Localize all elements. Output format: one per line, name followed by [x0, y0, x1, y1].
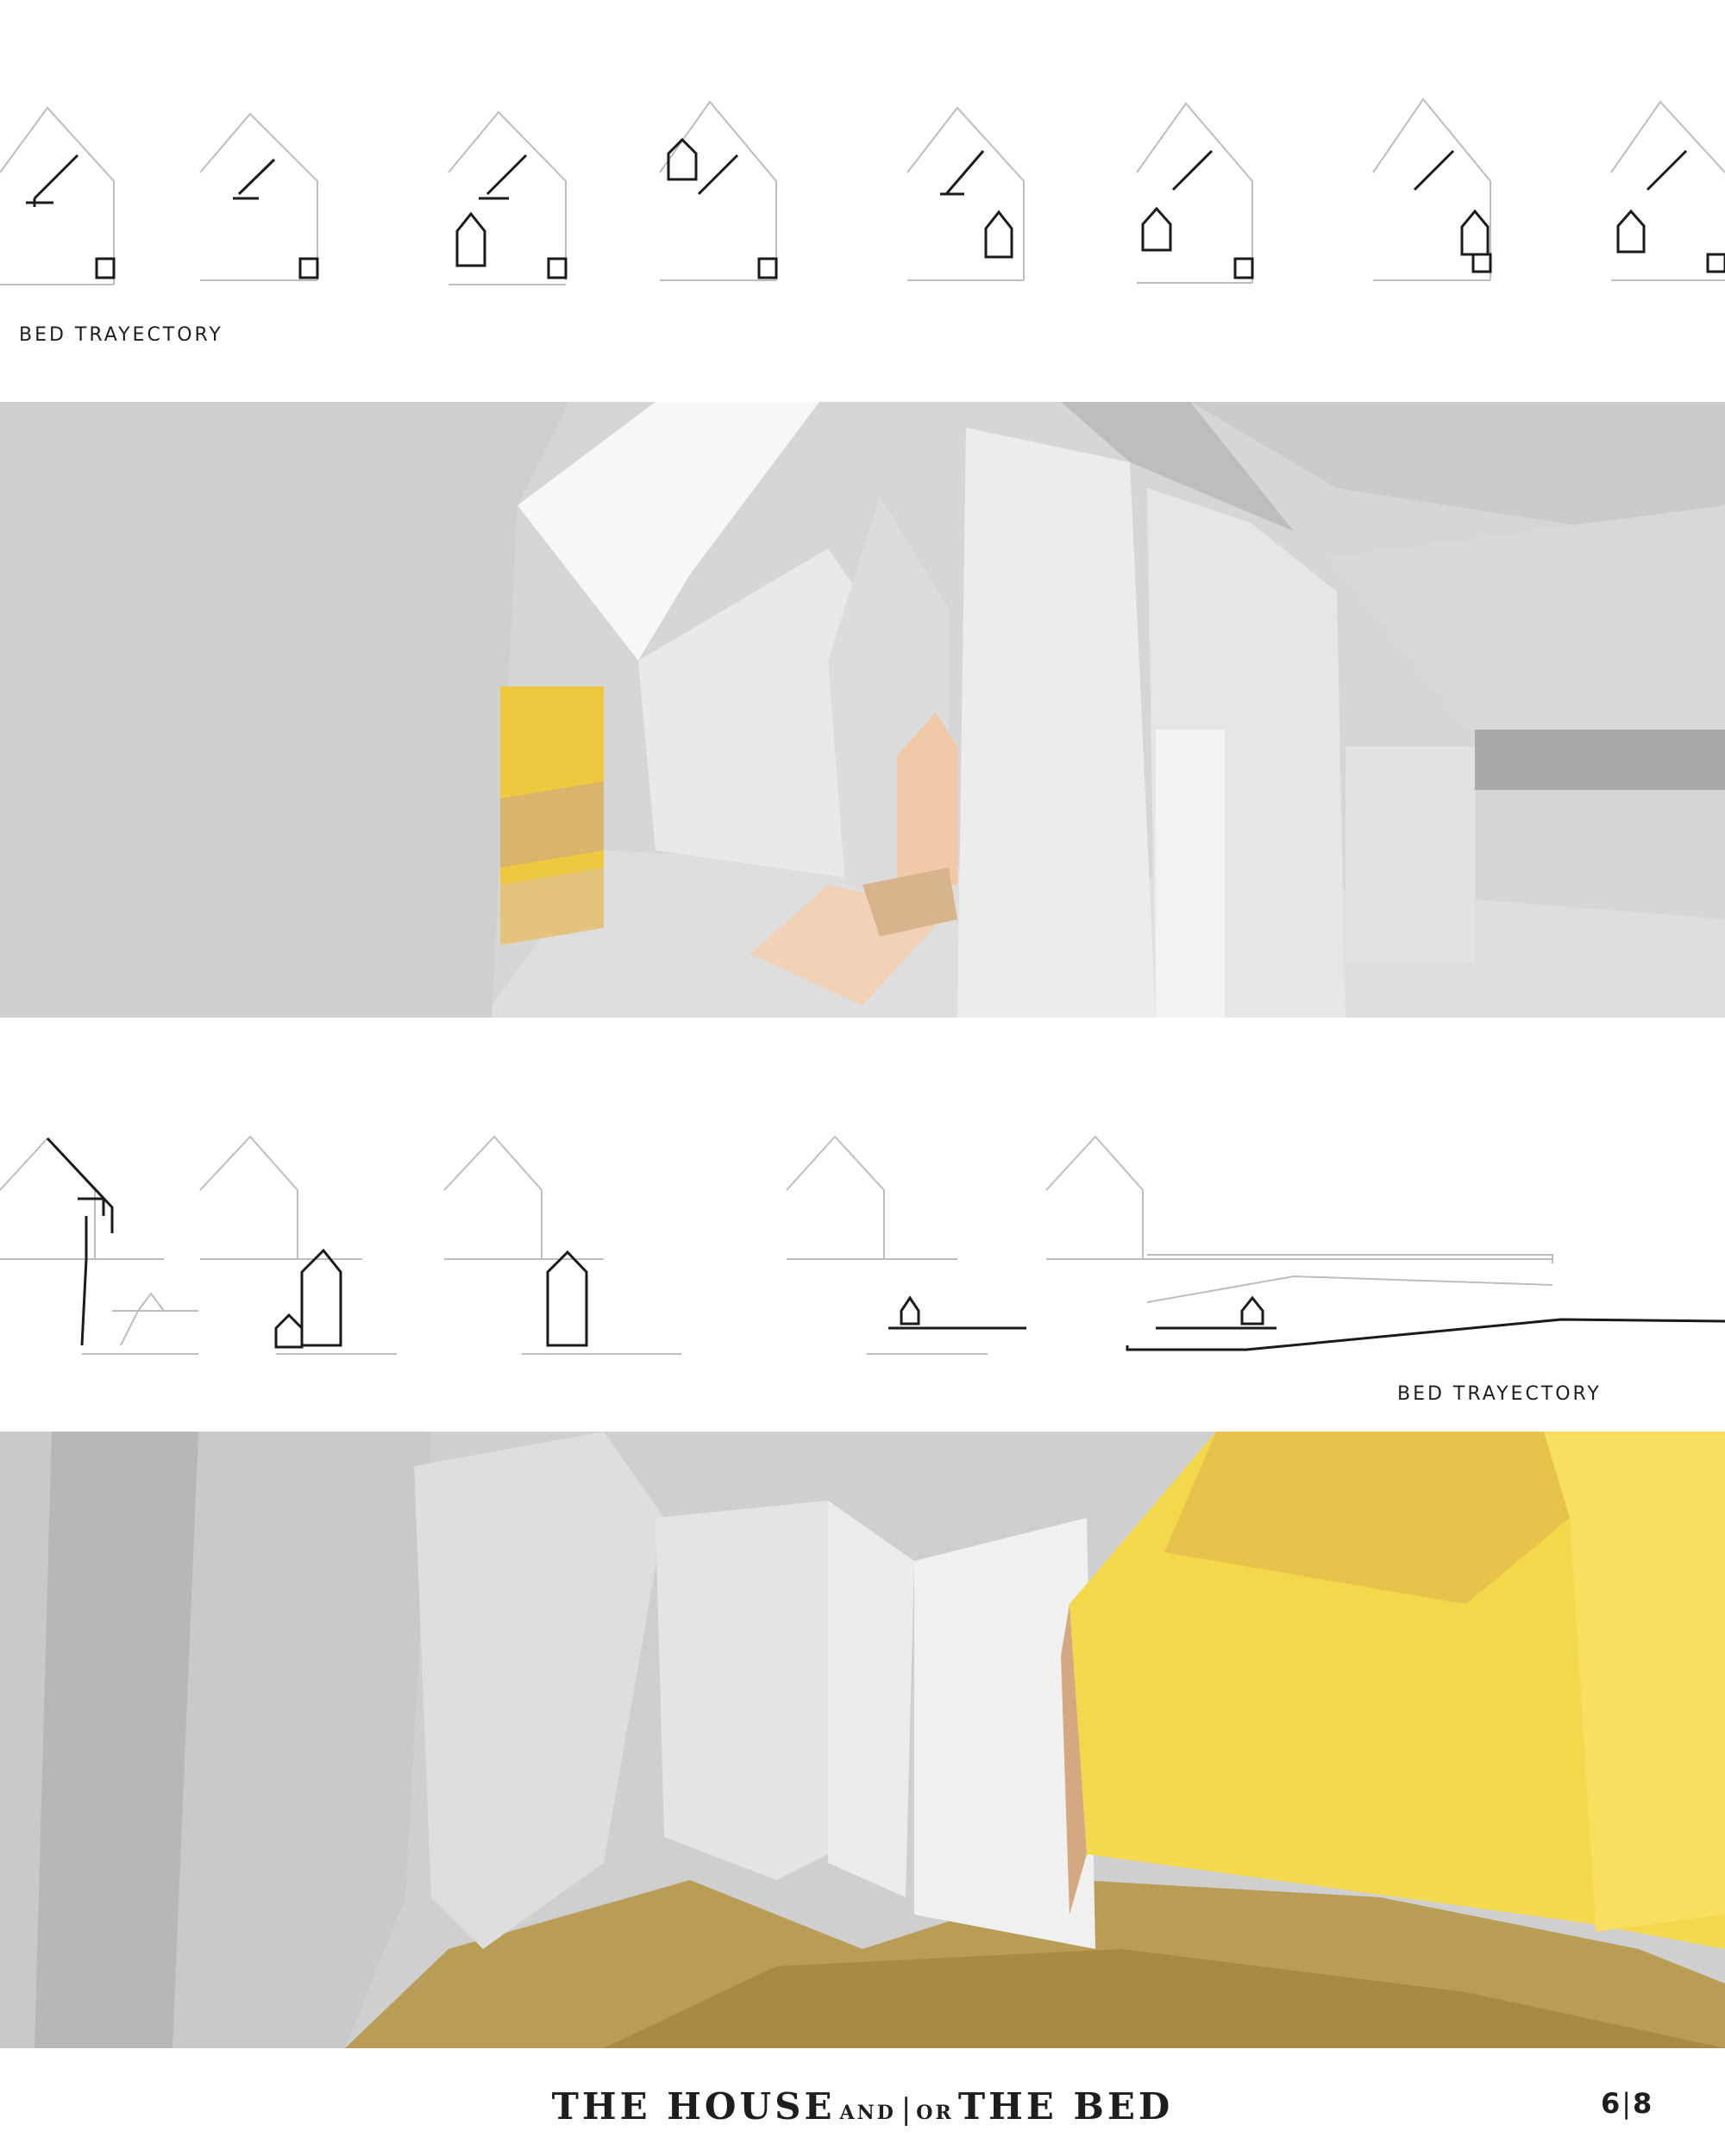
- section-diagrams-top: [0, 86, 1725, 310]
- render-top: [0, 402, 1725, 1018]
- title-separator: |: [900, 2092, 912, 2127]
- section-diagrams-bottom: [0, 1121, 1725, 1363]
- section-diagrams-top-svg: [0, 97, 1725, 285]
- title-part3: OR: [916, 2102, 954, 2124]
- render-bottom-svg: [0, 1432, 1725, 2048]
- page-separator: |: [1622, 2087, 1632, 2120]
- page-number: 6|8: [1601, 2087, 1652, 2120]
- page-title: THE HOUSE AND | OR THE BED: [0, 2085, 1725, 2128]
- top-caption: BED TRAYECTORY: [19, 324, 223, 346]
- render-bottom: [0, 1432, 1725, 2048]
- title-part2: AND: [839, 2102, 896, 2124]
- bottom-caption: BED TRAYECTORY: [1397, 1383, 1602, 1405]
- page-current: 6: [1601, 2087, 1621, 2120]
- title-part4: THE BED: [957, 2085, 1174, 2128]
- render-top-svg: [0, 402, 1725, 1018]
- page-total: 8: [1633, 2087, 1653, 2120]
- title-part1: THE HOUSE: [551, 2085, 836, 2128]
- section-diagrams-bottom-svg: [0, 1135, 1725, 1355]
